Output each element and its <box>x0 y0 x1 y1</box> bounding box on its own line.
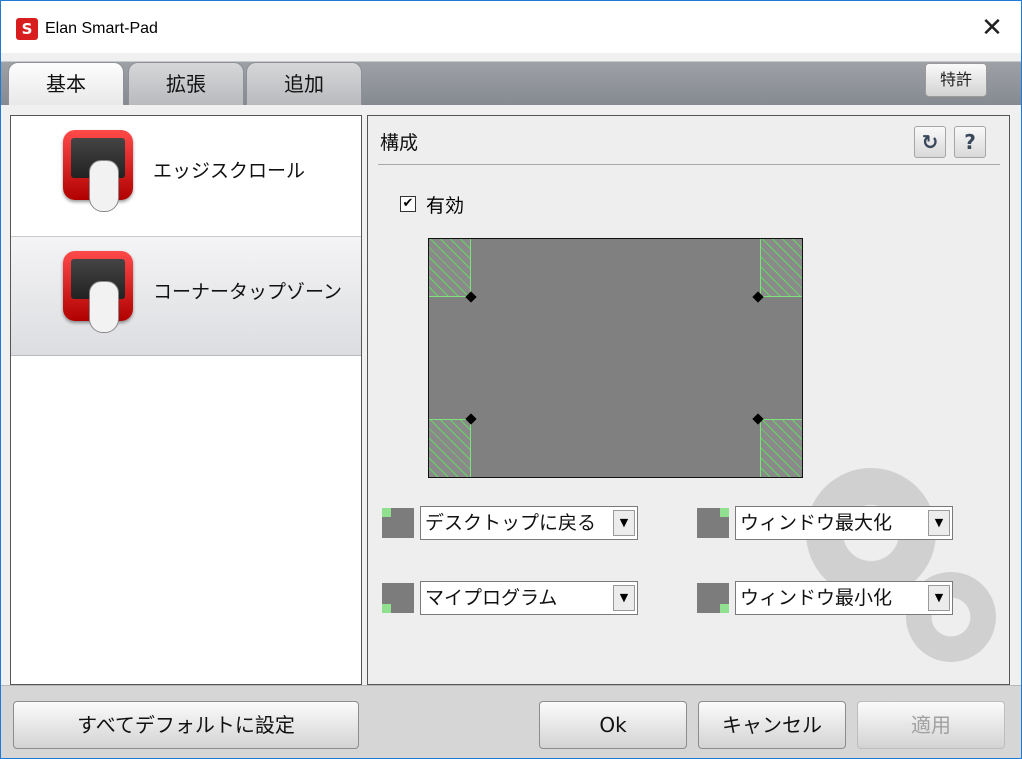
enabled-checkbox[interactable]: ✔ <box>400 196 416 212</box>
corner-tap-icon <box>63 251 133 333</box>
chevron-down-icon: ▼ <box>613 585 635 611</box>
zone-indicator-icon <box>382 508 414 538</box>
feature-item-edge-scroll[interactable]: エッジスクロール <box>11 116 361 236</box>
zone-row-top-left: デスクトップに戻る ▼ <box>382 506 642 540</box>
refresh-icon[interactable]: ↻ <box>914 126 946 158</box>
patent-button[interactable]: 特許 <box>925 63 987 97</box>
tab-bar: 基本 拡張 追加 特許 <box>1 53 1021 106</box>
enabled-label: 有効 <box>426 195 465 217</box>
elan-logo-icon: S <box>16 18 38 40</box>
tab-basic[interactable]: 基本 <box>8 62 124 106</box>
zone-select-top-right[interactable]: ウィンドウ最大化 ▼ <box>735 506 953 540</box>
content-area: エッジスクロール コーナータップゾーン 構成 ↻ ? ✔ 有効 デスクトップに戻… <box>1 105 1021 685</box>
touchpad-diagram <box>428 238 803 478</box>
config-title: 構成 <box>380 132 419 154</box>
corner-zone-top-right <box>760 239 802 297</box>
zone-row-bottom-right: ウィンドウ最小化 ▼ <box>697 581 957 615</box>
cancel-button[interactable]: キャンセル <box>698 701 846 749</box>
help-button[interactable]: ? <box>954 126 986 158</box>
edge-scroll-icon <box>63 130 133 212</box>
close-icon[interactable]: ✕ <box>977 13 1007 43</box>
chevron-down-icon: ▼ <box>613 510 635 536</box>
corner-zone-bottom-right <box>760 419 802 477</box>
feature-label: エッジスクロール <box>153 160 306 182</box>
zone-row-bottom-left: マイプログラム ▼ <box>382 581 642 615</box>
zone-indicator-icon <box>697 508 729 538</box>
zone-select-bottom-right[interactable]: ウィンドウ最小化 ▼ <box>735 581 953 615</box>
feature-item-corner-tap[interactable]: コーナータップゾーン <box>11 236 361 356</box>
zone-select-bottom-left[interactable]: マイプログラム ▼ <box>420 581 638 615</box>
tab-extended[interactable]: 拡張 <box>128 62 244 105</box>
title-bar: S Elan Smart-Pad ✕ <box>1 1 1021 53</box>
reset-defaults-button[interactable]: すべてデフォルトに設定 <box>13 701 359 749</box>
zone-indicator-icon <box>697 583 729 613</box>
window-title: Elan Smart-Pad <box>45 20 158 37</box>
zone-select-top-left[interactable]: デスクトップに戻る ▼ <box>420 506 638 540</box>
apply-button[interactable]: 適用 <box>857 701 1005 749</box>
ok-button[interactable]: Ok <box>539 701 687 749</box>
chevron-down-icon: ▼ <box>928 585 950 611</box>
feature-label: コーナータップゾーン <box>153 281 343 303</box>
zone-indicator-icon <box>382 583 414 613</box>
tab-additional[interactable]: 追加 <box>246 62 362 105</box>
chevron-down-icon: ▼ <box>928 510 950 536</box>
corner-zone-bottom-left <box>429 419 471 477</box>
divider <box>378 164 1000 165</box>
feature-list: エッジスクロール コーナータップゾーン <box>10 115 362 685</box>
smart-pad-window: S Elan Smart-Pad ✕ 基本 拡張 追加 特許 エッジスクロール … <box>0 0 1022 759</box>
config-panel: 構成 ↻ ? ✔ 有効 デスクトップに戻る ▼ ウィンドウ最大化 ▼ マイプログ… <box>367 115 1010 685</box>
corner-zone-top-left <box>429 239 471 297</box>
footer-bar: すべてデフォルトに設定 Ok キャンセル 適用 <box>1 685 1021 758</box>
zone-row-top-right: ウィンドウ最大化 ▼ <box>697 506 957 540</box>
